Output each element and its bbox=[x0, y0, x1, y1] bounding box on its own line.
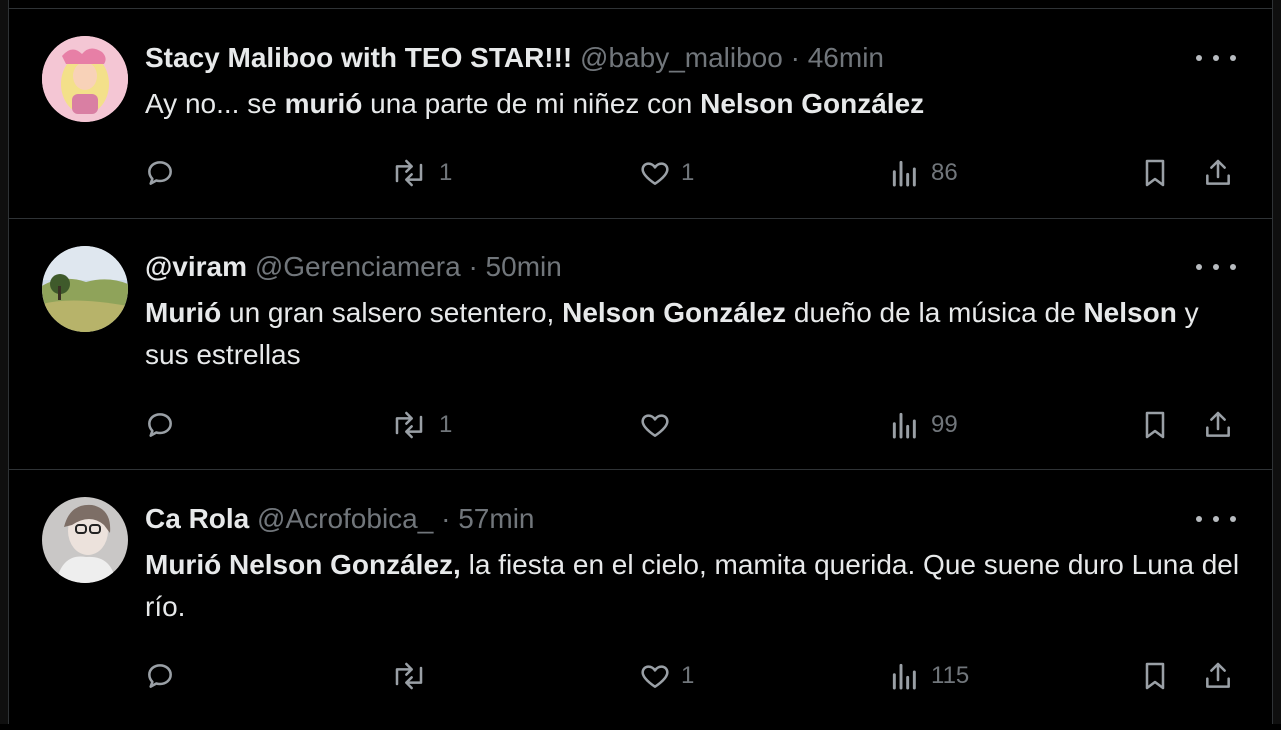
views-button[interactable]: 99 bbox=[889, 405, 958, 445]
retweet-count: 1 bbox=[439, 159, 453, 186]
share-icon bbox=[1202, 409, 1234, 441]
share-button[interactable] bbox=[1202, 656, 1234, 696]
window-frame-right bbox=[1273, 0, 1281, 724]
reply-icon bbox=[144, 409, 176, 441]
views-button[interactable]: 115 bbox=[889, 656, 969, 696]
view-count: 86 bbox=[931, 159, 958, 186]
tweet-text: Murió un gran salsero setentero, Nelson … bbox=[145, 292, 1245, 376]
share-icon bbox=[1202, 660, 1234, 692]
view-count: 115 bbox=[931, 662, 970, 689]
tweet-header: Stacy Maliboo with TEO STAR!!! @baby_mal… bbox=[145, 41, 884, 75]
tweet-header: @viram @Gerenciamera · 50min bbox=[145, 250, 562, 284]
tweet-actions: 1 99 bbox=[9, 405, 1272, 445]
reply-icon bbox=[144, 660, 176, 692]
heart-icon bbox=[639, 157, 671, 189]
more-icon[interactable] bbox=[1196, 48, 1236, 68]
view-count: 99 bbox=[931, 411, 958, 438]
bookmark-button[interactable] bbox=[1139, 656, 1171, 696]
more-icon[interactable] bbox=[1196, 509, 1236, 529]
heart-icon bbox=[639, 409, 671, 441]
reply-icon bbox=[144, 157, 176, 189]
tweet-text: Ay no... se murió una parte de mi niñez … bbox=[145, 83, 1245, 125]
highlighted-text: Nelson González bbox=[700, 88, 925, 119]
tweet-header: Ca Rola @Acrofobica_ · 57min bbox=[145, 502, 534, 536]
bookmark-icon bbox=[1139, 409, 1171, 441]
views-icon bbox=[889, 409, 921, 441]
text-segment: dueño de la música de bbox=[786, 297, 1084, 328]
reply-button[interactable] bbox=[144, 153, 186, 193]
avatar[interactable] bbox=[42, 497, 128, 583]
share-button[interactable] bbox=[1202, 405, 1234, 445]
bookmark-button[interactable] bbox=[1139, 405, 1171, 445]
text-segment: un gran salsero setentero, bbox=[221, 297, 563, 328]
retweet-button[interactable]: 1 bbox=[389, 153, 452, 193]
timestamp[interactable]: 46min bbox=[808, 42, 884, 73]
retweet-button[interactable]: 1 bbox=[389, 405, 452, 445]
like-button[interactable]: 1 bbox=[639, 656, 694, 696]
retweet-count: 1 bbox=[439, 411, 453, 438]
separator-dot: · bbox=[468, 251, 478, 282]
highlighted-text: murió bbox=[284, 88, 363, 119]
highlighted-text: Nelson bbox=[1083, 297, 1177, 328]
tweet[interactable]: @viram @Gerenciamera · 50min Murió un gr… bbox=[9, 219, 1272, 470]
views-icon bbox=[889, 157, 921, 189]
retweet-button[interactable] bbox=[389, 656, 439, 696]
heart-icon bbox=[639, 660, 671, 692]
views-icon bbox=[889, 660, 921, 692]
more-icon[interactable] bbox=[1196, 257, 1236, 277]
user-handle[interactable]: @Acrofobica_ bbox=[257, 503, 433, 534]
like-count: 1 bbox=[681, 662, 695, 689]
display-name[interactable]: @viram bbox=[145, 251, 247, 282]
display-name[interactable]: Ca Rola bbox=[145, 503, 249, 534]
views-button[interactable]: 86 bbox=[889, 153, 958, 193]
retweet-icon bbox=[389, 409, 429, 441]
text-segment: una parte de mi niñez con bbox=[362, 88, 701, 119]
avatar[interactable] bbox=[42, 36, 128, 122]
bookmark-icon bbox=[1139, 157, 1171, 189]
reply-button[interactable] bbox=[144, 405, 186, 445]
text-segment: Ay no... se bbox=[145, 88, 285, 119]
timeline: Stacy Maliboo with TEO STAR!!! @baby_mal… bbox=[8, 0, 1273, 724]
retweet-icon bbox=[389, 157, 429, 189]
avatar[interactable] bbox=[42, 246, 128, 332]
highlighted-text: Murió Nelson González, bbox=[145, 549, 461, 580]
tweet[interactable]: Ca Rola @Acrofobica_ · 57min Murió Nelso… bbox=[9, 470, 1272, 730]
highlighted-text: Nelson González bbox=[562, 297, 787, 328]
timestamp[interactable]: 50min bbox=[486, 251, 562, 282]
highlighted-text: Murió bbox=[145, 297, 222, 328]
display-name[interactable]: Stacy Maliboo with TEO STAR!!! bbox=[145, 42, 572, 73]
timestamp[interactable]: 57min bbox=[458, 503, 534, 534]
share-button[interactable] bbox=[1202, 153, 1234, 193]
reply-button[interactable] bbox=[144, 656, 186, 696]
window-frame-left bbox=[0, 0, 8, 724]
tweet-actions: 1 1 86 bbox=[9, 153, 1272, 193]
user-handle[interactable]: @Gerenciamera bbox=[255, 251, 461, 282]
tweet-actions: 1 115 bbox=[9, 656, 1272, 696]
tweet[interactable]: Stacy Maliboo with TEO STAR!!! @baby_mal… bbox=[9, 9, 1272, 219]
retweet-icon bbox=[389, 660, 429, 692]
separator-dot: · bbox=[441, 503, 451, 534]
separator-dot: · bbox=[790, 42, 800, 73]
like-button[interactable] bbox=[639, 405, 681, 445]
bookmark-button[interactable] bbox=[1139, 153, 1171, 193]
like-button[interactable]: 1 bbox=[639, 153, 694, 193]
tweet-text: Murió Nelson González, la fiesta en el c… bbox=[145, 544, 1245, 628]
like-count: 1 bbox=[681, 159, 695, 186]
user-handle[interactable]: @baby_maliboo bbox=[580, 42, 783, 73]
share-icon bbox=[1202, 157, 1234, 189]
bookmark-icon bbox=[1139, 660, 1171, 692]
